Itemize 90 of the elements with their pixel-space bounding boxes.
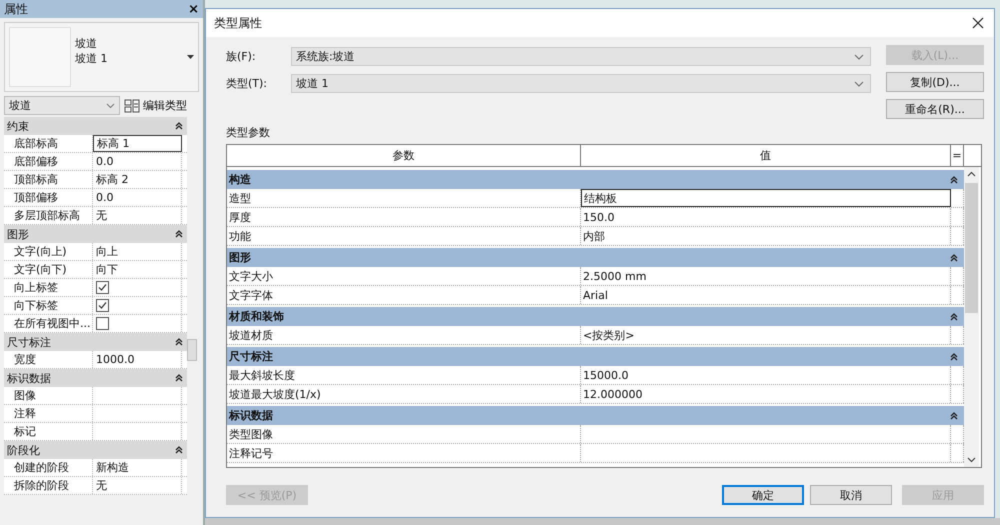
parameter-value[interactable]: <按类别> — [581, 326, 951, 344]
column-header[interactable]: 值 — [581, 145, 951, 166]
group-header[interactable]: 构造 — [227, 170, 964, 189]
property-label: 底部标高 — [4, 135, 93, 152]
property-value[interactable]: 标高 1 — [93, 135, 182, 152]
filter-dropdown[interactable]: 坡道 — [4, 96, 120, 115]
field-label: 族(F): — [226, 49, 257, 64]
property-value[interactable]: 新构造 — [93, 459, 182, 476]
group-header[interactable]: 材质和装饰 — [227, 307, 964, 326]
dialog-button[interactable]: 确定 — [722, 485, 804, 505]
chevron-down-icon — [106, 102, 115, 108]
parameter-value[interactable]: Arial — [581, 286, 951, 304]
column-header[interactable]: = — [951, 145, 964, 166]
property-value[interactable]: 标高 2 — [93, 171, 182, 188]
parameter-name: 造型 — [227, 189, 581, 207]
property-value[interactable] — [93, 297, 182, 314]
dialog-button[interactable]: 复制(D)... — [886, 72, 984, 92]
property-label: 文字(向上) — [4, 243, 93, 260]
chevron-down-icon — [854, 54, 864, 60]
parameter-name: 文字大小 — [227, 267, 581, 285]
property-label: 多层顶部标高 — [4, 207, 93, 224]
parameter-value[interactable]: 150.0 — [581, 208, 951, 226]
parameter-name: 文字字体 — [227, 286, 581, 304]
property-label: 在所有视图中... — [4, 315, 93, 332]
parameter-value[interactable]: 内部 — [581, 227, 951, 245]
group-header[interactable]: 尺寸标注 — [227, 347, 964, 366]
property-label: 向下标签 — [4, 297, 93, 314]
property-value[interactable] — [93, 315, 182, 332]
group-header[interactable]: 尺寸标注 — [4, 333, 187, 351]
parameter-name: 功能 — [227, 227, 581, 245]
dropdown-field[interactable]: 坡道 1 — [291, 74, 871, 93]
property-label: 顶部偏移 — [4, 189, 93, 206]
group-header[interactable]: 标识数据 — [4, 369, 187, 387]
parameter-name: 坡道材质 — [227, 326, 581, 344]
property-value[interactable]: 0.0 — [93, 153, 182, 170]
dialog-title: 类型属性 — [214, 14, 262, 32]
dropdown-arrow-icon — [187, 55, 194, 59]
thumbnail — [9, 27, 71, 87]
column-header[interactable]: 参数 — [227, 145, 581, 166]
parameter-name: 类型图像 — [227, 425, 581, 443]
property-label: 文字(向下) — [4, 261, 93, 278]
group-header[interactable]: 约束 — [4, 117, 187, 135]
parameter-value[interactable]: 12.000000 — [581, 385, 951, 403]
scrollbar[interactable] — [964, 167, 979, 467]
group-header[interactable]: 标识数据 — [227, 406, 964, 425]
grid-icon — [124, 98, 140, 112]
property-value[interactable]: 向下 — [93, 261, 182, 278]
property-label: 底部偏移 — [4, 153, 93, 170]
dialog-button[interactable]: 重命名(R)... — [886, 99, 984, 119]
property-value[interactable]: 向上 — [93, 243, 182, 260]
parameter-name: 坡道最大坡度(1/x) — [227, 385, 581, 403]
property-value[interactable]: 无 — [93, 207, 182, 224]
parameter-name: 厚度 — [227, 208, 581, 226]
checkbox[interactable] — [96, 317, 109, 330]
property-label: 标记 — [4, 423, 93, 440]
group-header[interactable]: 图形 — [4, 225, 187, 243]
panel-title: 属性 — [4, 0, 28, 18]
edit-type-button[interactable]: 编辑类型 — [124, 98, 187, 113]
dropdown-field[interactable]: 系统族:坡道 — [291, 47, 871, 66]
property-label: 注释 — [4, 405, 93, 422]
checkbox[interactable] — [96, 281, 109, 294]
field-label: 类型(T): — [226, 76, 268, 91]
dialog-button[interactable]: 取消 — [810, 485, 892, 505]
property-label: 创建的阶段 — [4, 459, 93, 476]
group-header[interactable]: 阶段化 — [4, 441, 187, 459]
section-label: 类型参数 — [226, 125, 271, 140]
close-button[interactable]: × — [188, 2, 199, 16]
property-value[interactable]: 0.0 — [93, 189, 182, 206]
parameter-name: 最大斜坡长度 — [227, 366, 581, 384]
category-name: 坡道 — [75, 36, 98, 51]
property-value[interactable]: 1000.0 — [93, 351, 182, 368]
scroll-up-icon[interactable] — [967, 171, 976, 177]
type-selector[interactable]: 坡道 坡道 1 — [4, 22, 199, 92]
scroll-down-icon[interactable] — [967, 457, 976, 463]
property-label: 图像 — [4, 387, 93, 404]
property-label: 宽度 — [4, 351, 93, 368]
property-label: 拆除的阶段 — [4, 477, 93, 494]
parameter-value[interactable]: 结构板 — [581, 189, 951, 207]
property-value[interactable] — [93, 279, 182, 296]
parameter-value[interactable]: 2.5000 mm — [581, 267, 951, 285]
property-label: 顶部标高 — [4, 171, 93, 188]
parameter-name: 注释记号 — [227, 444, 581, 462]
group-header[interactable]: 图形 — [227, 248, 964, 267]
chevron-down-icon — [854, 80, 864, 86]
type-name: 坡道 1 — [75, 51, 108, 66]
checkbox[interactable] — [96, 299, 109, 312]
close-icon[interactable] — [972, 17, 984, 29]
property-value[interactable]: 无 — [93, 477, 182, 494]
parameter-value[interactable]: 15000.0 — [581, 366, 951, 384]
property-label: 向上标签 — [4, 279, 93, 296]
